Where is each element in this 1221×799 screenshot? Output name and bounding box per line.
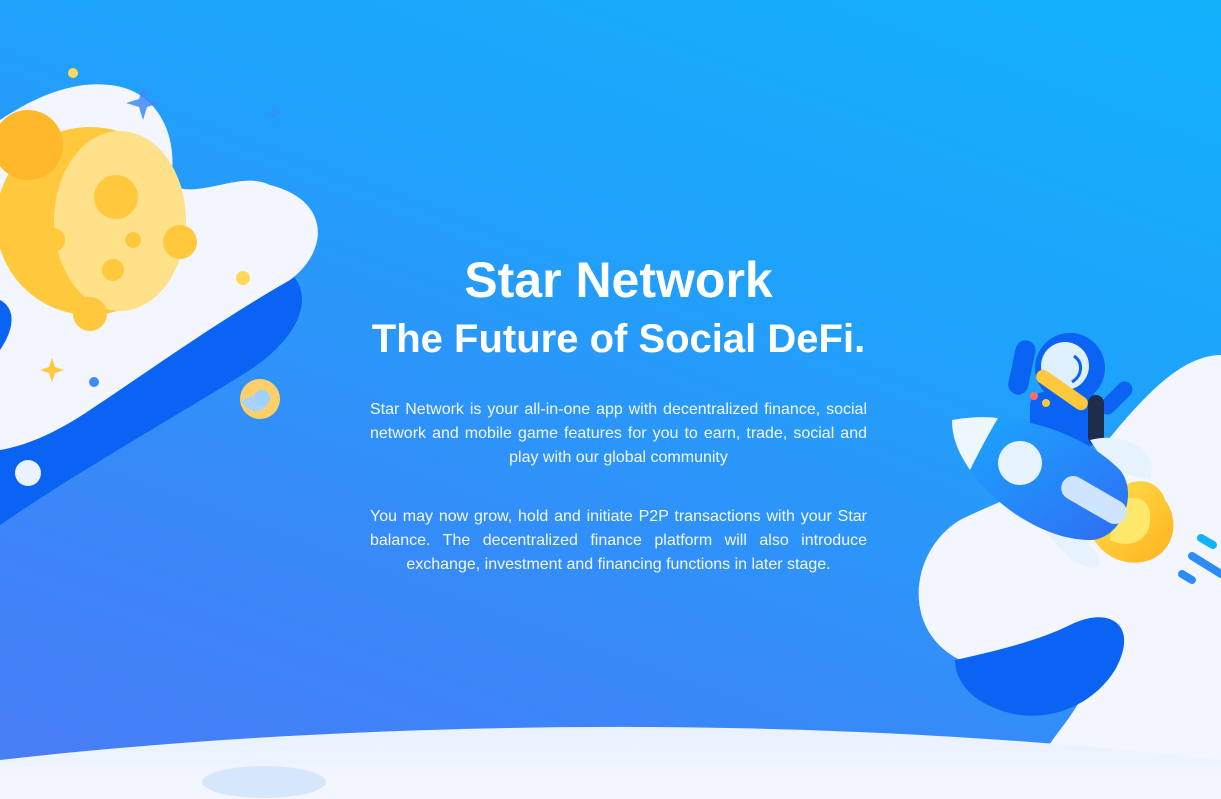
ground-crater — [202, 766, 326, 798]
cloud-bubble — [15, 460, 41, 486]
ground-horizon — [0, 726, 1221, 799]
yellow-dot — [68, 68, 78, 78]
intro-paragraph: Star Network is your all-in-one app with… — [370, 401, 867, 466]
page-subtitle: The Future of Social DeFi. — [371, 317, 866, 361]
page-title: Star Network — [464, 252, 773, 308]
hero-section: Star Network The Future of Social DeFi. … — [360, 250, 877, 573]
planet-icon — [240, 379, 280, 419]
yellow-dot — [236, 271, 250, 285]
feature-paragraph: You may now grow, hold and initiate P2P … — [370, 508, 867, 573]
blue-dot — [89, 377, 99, 387]
